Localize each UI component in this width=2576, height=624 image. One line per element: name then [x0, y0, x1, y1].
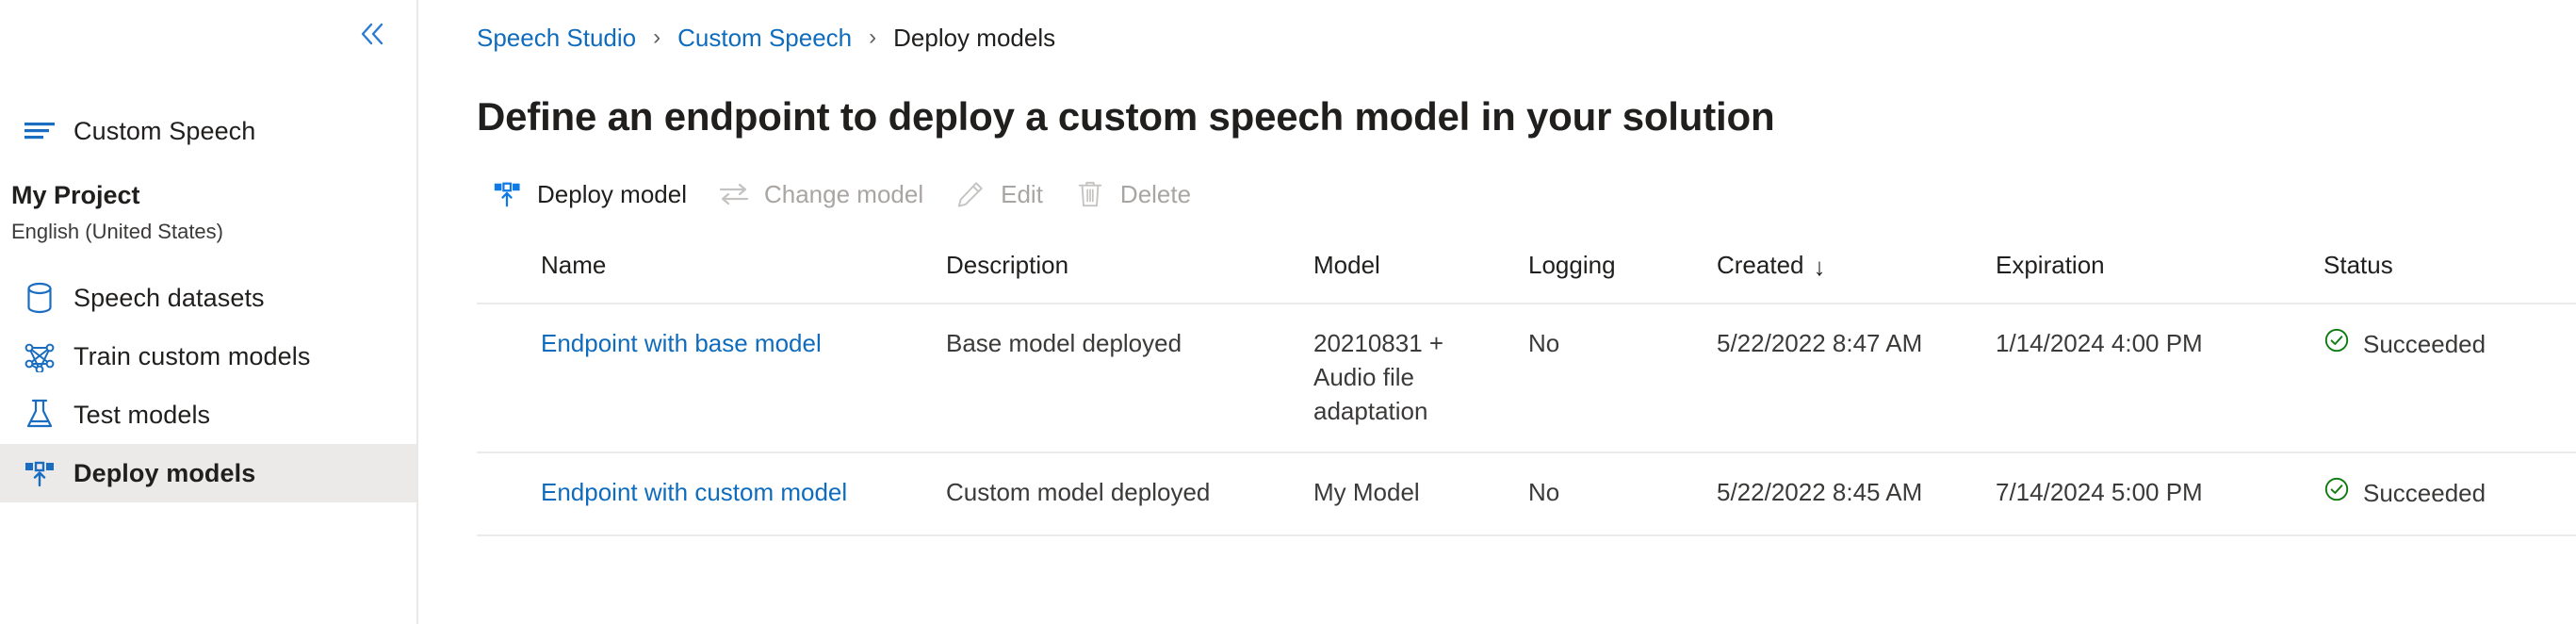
breadcrumb-separator-icon: ›	[869, 26, 876, 49]
check-circle-glyph	[2323, 327, 2350, 353]
flask-icon	[19, 394, 60, 435]
cell-expiration: 1/14/2024 4:00 PM	[1996, 304, 2323, 452]
cell-description: Base model deployed	[946, 304, 1313, 452]
cell-model: My Model	[1313, 452, 1528, 535]
status-badge: Succeeded	[2363, 328, 2486, 362]
cell-name: Endpoint with base model	[541, 304, 946, 452]
sidebar-item-label: Speech datasets	[73, 284, 265, 313]
cell-status: Succeeded	[2323, 304, 2576, 452]
endpoint-link[interactable]: Endpoint with custom model	[541, 478, 847, 506]
deploy-model-button[interactable]: Deploy model	[477, 168, 704, 221]
row-select-cell[interactable]	[477, 304, 541, 452]
breadcrumb: Speech Studio › Custom Speech › Deploy m…	[477, 0, 2576, 57]
deploy-icon	[19, 452, 60, 494]
project-name: My Project	[11, 181, 416, 210]
command-label: Edit	[1001, 180, 1043, 209]
check-circle-icon	[2323, 327, 2350, 363]
deploy-glyph	[24, 457, 56, 489]
check-circle-icon	[2323, 476, 2350, 512]
sidebar-item-speech-datasets[interactable]: Speech datasets	[0, 269, 416, 327]
column-header-select	[477, 238, 541, 304]
sidebar-item-label: Deploy models	[73, 459, 255, 488]
table-header-row: Name Description Model Logging Created↓ …	[477, 238, 2576, 304]
deployments-table: Name Description Model Logging Created↓ …	[477, 238, 2576, 536]
column-header-created-label: Created	[1717, 251, 1804, 279]
sort-descending-icon: ↓	[1814, 253, 1826, 282]
breadcrumb-item-custom-speech[interactable]: Custom Speech	[677, 24, 852, 53]
column-header-model[interactable]: Model	[1313, 238, 1528, 304]
breadcrumb-item-deploy-models: Deploy models	[893, 24, 1055, 53]
status-badge: Succeeded	[2363, 477, 2486, 511]
app-root: Custom Speech My Project English (United…	[0, 0, 2576, 624]
main-content: Speech Studio › Custom Speech › Deploy m…	[418, 0, 2576, 624]
sidebar-item-custom-speech[interactable]: Custom Speech	[0, 102, 416, 160]
delete-button[interactable]: Delete	[1060, 168, 1208, 221]
command-bar: Deploy model Change model	[477, 168, 2576, 221]
sidebar: Custom Speech My Project English (United…	[0, 0, 418, 624]
table-row[interactable]: Endpoint with base model Base model depl…	[477, 304, 2576, 452]
pencil-icon	[952, 175, 989, 213]
cell-status: Succeeded	[2323, 452, 2576, 535]
command-label: Delete	[1120, 180, 1191, 209]
swap-arrows-glyph	[718, 181, 750, 207]
sidebar-item-label: Test models	[73, 401, 210, 430]
column-header-description[interactable]: Description	[946, 238, 1313, 304]
breadcrumb-item-speech-studio[interactable]: Speech Studio	[477, 24, 636, 53]
swap-arrows-icon	[715, 175, 753, 213]
cell-expiration: 7/14/2024 5:00 PM	[1996, 452, 2323, 535]
cell-name: Endpoint with custom model	[541, 452, 946, 535]
page-title: Define an endpoint to deploy a custom sp…	[477, 94, 2576, 140]
column-header-created[interactable]: Created ↓	[1717, 238, 1996, 304]
trash-icon	[1071, 175, 1109, 213]
command-label: Change model	[764, 180, 923, 209]
endpoint-link[interactable]: Endpoint with base model	[541, 329, 822, 357]
sidebar-item-train-custom-models[interactable]: Train custom models	[0, 327, 416, 386]
cell-model: 20210831 + Audio file adaptation	[1313, 304, 1528, 452]
double-chevron-left-icon[interactable]	[349, 13, 399, 55]
neural-network-glyph	[22, 340, 57, 372]
collapse-chevrons	[358, 22, 390, 46]
trash-glyph	[1077, 180, 1103, 208]
flask-glyph	[25, 399, 54, 431]
change-model-button[interactable]: Change model	[704, 168, 940, 221]
sidebar-item-label: Train custom models	[73, 342, 310, 371]
deploy-model-icon	[488, 175, 526, 213]
sidebar-item-label: Custom Speech	[73, 117, 255, 146]
cell-logging: No	[1528, 304, 1717, 452]
command-label: Deploy model	[537, 180, 687, 209]
menu-lines-glyph	[24, 120, 56, 142]
check-circle-glyph	[2323, 476, 2350, 502]
deploy-model-glyph	[492, 179, 522, 209]
project-locale: English (United States)	[11, 220, 416, 244]
column-header-status[interactable]: Status	[2323, 238, 2576, 304]
cell-created: 5/22/2022 8:45 AM	[1717, 452, 1996, 535]
breadcrumb-separator-icon: ›	[653, 26, 660, 49]
column-header-name[interactable]: Name	[541, 238, 946, 304]
table-row[interactable]: Endpoint with custom model Custom model …	[477, 452, 2576, 535]
database-icon	[19, 277, 60, 319]
row-select-cell[interactable]	[477, 452, 541, 535]
project-info: My Project English (United States)	[0, 181, 416, 244]
sidebar-item-test-models[interactable]: Test models	[0, 386, 416, 444]
cell-description: Custom model deployed	[946, 452, 1313, 535]
pencil-glyph	[956, 180, 985, 208]
neural-network-icon	[19, 336, 60, 377]
edit-button[interactable]: Edit	[940, 168, 1060, 221]
cell-logging: No	[1528, 452, 1717, 535]
cell-created: 5/22/2022 8:47 AM	[1717, 304, 1996, 452]
sidebar-item-deploy-models[interactable]: Deploy models	[0, 444, 416, 502]
database-glyph	[25, 282, 54, 314]
column-header-logging[interactable]: Logging	[1528, 238, 1717, 304]
column-header-expiration[interactable]: Expiration	[1996, 238, 2323, 304]
menu-lines-icon	[19, 110, 60, 152]
sidebar-nav: Custom Speech My Project English (United…	[0, 102, 416, 502]
